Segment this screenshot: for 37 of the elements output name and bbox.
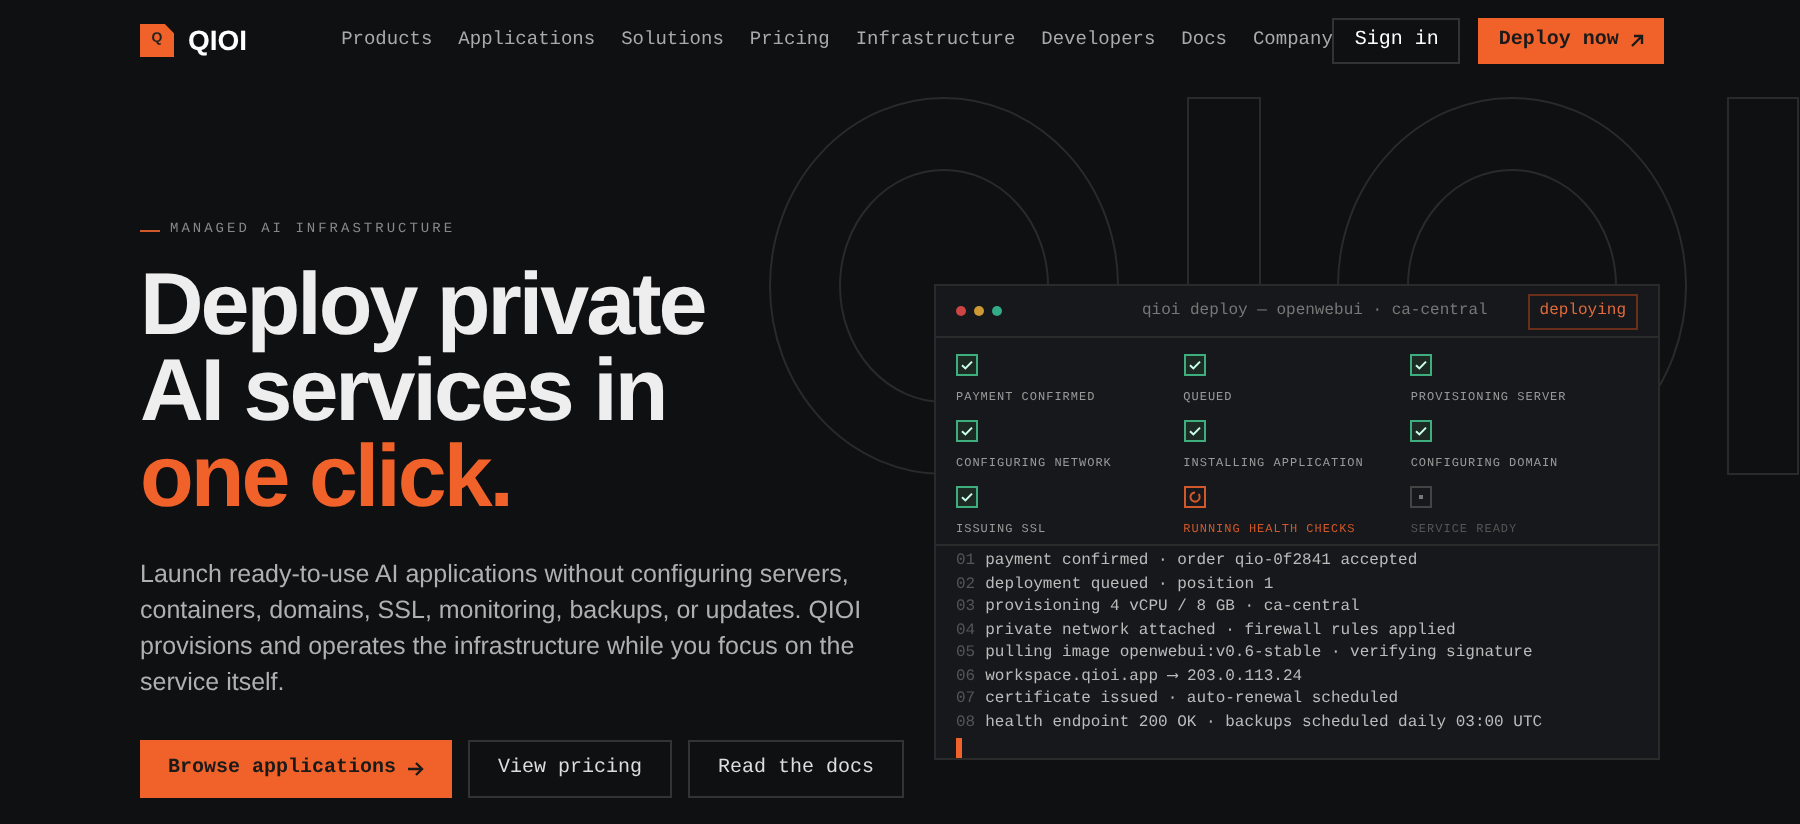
log-line: deployment queued · position 1 [985,573,1274,596]
hero-headline: Deploy private AI services in one click. [140,261,707,519]
browse-button[interactable]: Browse applications [140,739,453,797]
log-line: private network attached · firewall rules applied [985,619,1456,642]
line-number: 03 [956,596,976,619]
nav-link[interactable]: Company [1252,25,1333,55]
line-number: 08 [956,711,976,734]
status-badge: deploying [1527,293,1638,329]
nav-link[interactable]: Infrastructure [855,25,1016,55]
line-number: 06 [956,665,976,688]
log-line: health endpoint 200 OK · backups scheduled daily 03:00 UTC [985,711,1543,734]
brand-name: QIOI [188,21,248,60]
log-line: certificate issued · auto-renewal scheduled [985,688,1399,711]
log-line: workspace.qioi.app ⟶ 203.0.113.24 [985,665,1303,688]
line-number: 05 [956,642,976,665]
arrow-up-right-icon [1630,33,1645,47]
hero-description: Launch ready-to-use AI applications without configuring servers, containers, domains, SSL, monitoring, backups, or updates. QIOI provisions and operates the infrastructure while you focus on the service itself. [140,557,864,699]
line-number: 02 [956,573,976,596]
log-line: provisioning 4 vCPU / 8 GB · ca-central [985,596,1360,619]
cursor-icon [956,738,962,758]
outline-button[interactable]: Read the docs [688,739,905,797]
nav-link[interactable]: Pricing [749,25,830,55]
deploy-now-button[interactable]: Deploy now [1478,17,1665,63]
outline-button[interactable]: View pricing [468,739,673,797]
log-line: pulling image openwebui:v0.6-stable · verifying signature [985,642,1533,665]
sign-in-button[interactable]: Sign in [1332,17,1461,63]
line-number: 01 [956,550,976,573]
log-line: payment confirmed · order qio-0f2841 accepted [985,550,1418,573]
nav-link[interactable]: Applications [458,25,596,55]
nav-link[interactable]: Docs [1181,25,1227,55]
nav-link[interactable]: Developers [1041,25,1156,55]
line-number: 04 [956,619,976,642]
line-number: 07 [956,688,976,711]
nav-link[interactable]: Solutions [621,25,724,55]
nav-link[interactable]: Products [341,25,433,55]
terminal-title: qioi deploy — openwebui · ca-central [1142,299,1488,323]
arrow-right-icon [408,761,425,775]
